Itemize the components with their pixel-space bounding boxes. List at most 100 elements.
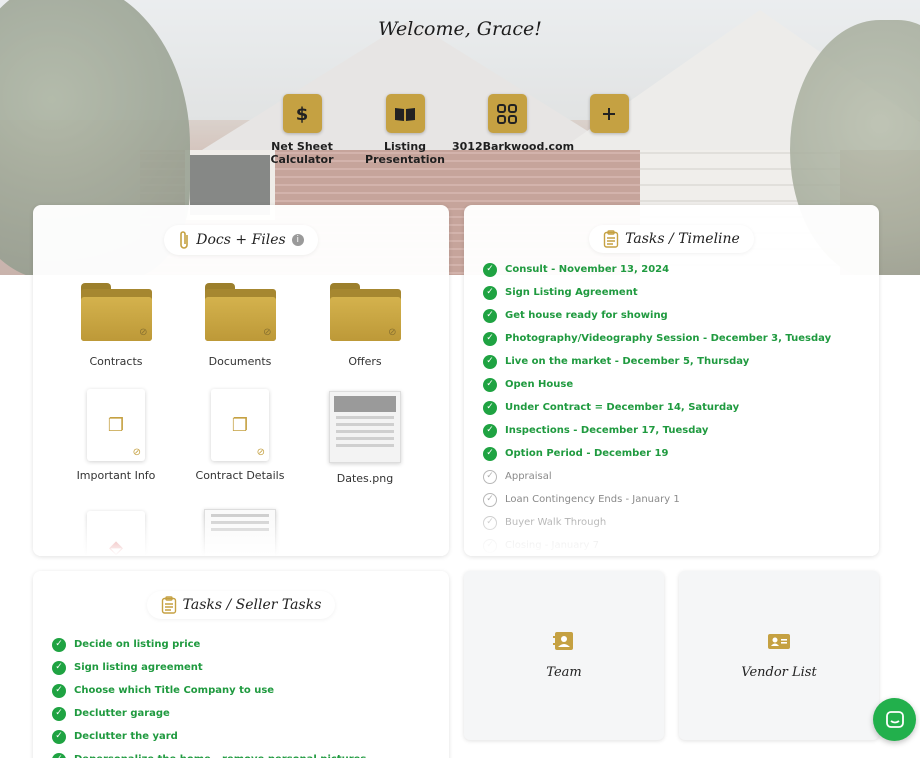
task-label: Declutter garage xyxy=(74,708,170,719)
empty-check-icon[interactable]: ✓ xyxy=(483,492,497,507)
website-action[interactable]: 3012Barkwood.com xyxy=(452,94,575,153)
website-label: 3012Barkwood.com xyxy=(452,140,575,153)
svg-text:$: $ xyxy=(296,104,309,124)
document-icon: ❐ ⊘ xyxy=(211,389,269,461)
task-label: Option Period - December 19 xyxy=(505,448,669,459)
link-icon: ⊘ xyxy=(388,327,397,338)
task-label: Decide on listing price xyxy=(74,639,201,650)
empty-check-icon[interactable]: ✓ xyxy=(483,469,497,484)
timeline-task-item[interactable]: ✓ Photography/Videography Session - Decem… xyxy=(483,327,831,350)
check-circle-icon[interactable]: ✓ xyxy=(483,377,497,392)
vendor-list-card[interactable]: Vendor List xyxy=(679,571,879,740)
timeline-card: Tasks / Timeline ✓ Consult - November 13,… xyxy=(464,205,879,556)
net-sheet-calculator-action[interactable]: $ Net Sheet Calculator xyxy=(247,94,357,166)
file-dates-png[interactable]: Dates.png xyxy=(310,391,420,485)
info-icon[interactable]: i xyxy=(291,234,304,246)
folder-label: Contracts xyxy=(89,355,143,368)
paperclip-icon xyxy=(180,231,189,249)
timeline-task-item[interactable]: ✓ Loan Contingency Ends - January 1 xyxy=(483,488,831,511)
link-icon: ⊘ xyxy=(139,327,148,338)
timeline-task-item[interactable]: ✓ Sign Listing Agreement xyxy=(483,281,831,304)
folder-contracts[interactable]: ⊘ Contracts xyxy=(61,283,171,368)
check-circle-icon[interactable]: ✓ xyxy=(483,400,497,415)
file-label: Contract Details xyxy=(195,469,285,482)
image-thumbnail xyxy=(329,391,401,463)
contact-card-icon xyxy=(768,631,790,651)
check-circle-icon[interactable]: ✓ xyxy=(483,446,497,461)
welcome-heading: Welcome, Grace! xyxy=(378,18,542,40)
dollar-icon[interactable]: $ xyxy=(282,94,322,133)
docs-files-header: Docs + Files i xyxy=(33,225,449,255)
seller-task-item[interactable]: ✓ Decide on listing price xyxy=(52,633,366,656)
timeline-task-item[interactable]: ✓ Option Period - December 19 xyxy=(483,442,831,465)
task-label: Get house ready for showing xyxy=(505,310,668,321)
seller-task-item[interactable]: ✓ Declutter garage xyxy=(52,702,366,725)
clipboard-icon xyxy=(603,230,619,248)
listing-presentation-action[interactable]: Listing Presentation xyxy=(350,94,460,166)
check-circle-icon[interactable]: ✓ xyxy=(483,308,497,323)
task-label: Consult - November 13, 2024 xyxy=(505,264,670,275)
task-label: Choose which Title Company to use xyxy=(74,685,275,696)
seller-tasks-list: ✓ Decide on listing price ✓ Sign listing ag… xyxy=(52,633,366,758)
vendor-list-label: Vendor List xyxy=(741,665,817,680)
check-circle-icon[interactable]: ✓ xyxy=(52,729,66,744)
folder-icon: ⊘ xyxy=(80,283,152,341)
check-circle-icon[interactable]: ✓ xyxy=(483,262,497,277)
contact-book-icon xyxy=(553,631,575,651)
folder-icon: ⊘ xyxy=(329,283,401,341)
check-circle-icon[interactable]: ✓ xyxy=(52,660,66,675)
clipboard-icon xyxy=(161,596,176,614)
check-circle-icon[interactable]: ✓ xyxy=(52,637,66,652)
task-label: Live on the market - December 5, Thursda… xyxy=(505,356,750,367)
timeline-task-item[interactable]: ✓ Inspections - December 17, Tuesday xyxy=(483,419,831,442)
timeline-task-item[interactable]: ✓ Under Contract = December 14, Saturday xyxy=(483,396,831,419)
file-contract-details[interactable]: ❐ ⊘ Contract Details xyxy=(185,389,295,482)
check-circle-icon[interactable]: ✓ xyxy=(483,354,497,369)
chat-icon xyxy=(885,710,904,728)
timeline-header: Tasks / Timeline xyxy=(464,225,879,253)
seller-tasks-header: Tasks / Seller Tasks xyxy=(33,591,449,619)
task-label: Photography/Videography Session - Decemb… xyxy=(505,333,832,344)
seller-task-item[interactable]: ✓ Depersonalize the home - remove persona… xyxy=(52,748,366,758)
folder-label: Offers xyxy=(348,355,382,368)
team-label: Team xyxy=(546,665,582,680)
timeline-title: Tasks / Timeline xyxy=(625,231,740,247)
net-sheet-calculator-label: Net Sheet Calculator xyxy=(270,140,334,166)
task-label: Sign Listing Agreement xyxy=(505,287,638,298)
check-circle-icon[interactable]: ✓ xyxy=(483,285,497,300)
file-important-info[interactable]: ❐ ⊘ Important Info xyxy=(61,389,171,482)
check-circle-icon[interactable]: ✓ xyxy=(483,423,497,438)
check-circle-icon[interactable]: ✓ xyxy=(52,683,66,698)
task-label: Appraisal xyxy=(505,471,552,482)
timeline-task-item[interactable]: ✓ Consult - November 13, 2024 xyxy=(483,258,831,281)
docs-files-title: Docs + Files xyxy=(196,232,286,248)
timeline-task-item[interactable]: ✓ Get house ready for showing xyxy=(483,304,831,327)
link-icon: ⊘ xyxy=(263,327,272,338)
plus-icon[interactable] xyxy=(589,94,629,133)
timeline-task-item[interactable]: ✓ Appraisal xyxy=(483,465,831,488)
check-circle-icon[interactable]: ✓ xyxy=(483,331,497,346)
book-icon[interactable] xyxy=(385,94,425,133)
timeline-task-item[interactable]: ✓ Live on the market - December 5, Thursd… xyxy=(483,350,831,373)
task-label: Under Contract = December 14, Saturday xyxy=(505,402,740,413)
add-action[interactable] xyxy=(554,94,664,140)
folder-offers[interactable]: ⊘ Offers xyxy=(310,283,420,368)
check-circle-icon[interactable]: ✓ xyxy=(52,706,66,721)
listing-presentation-label: Listing Presentation xyxy=(365,140,445,166)
folder-documents[interactable]: ⊘ Documents xyxy=(185,283,295,368)
task-label: Depersonalize the home - remove personal… xyxy=(74,754,366,758)
file-label: Important Info xyxy=(76,469,156,482)
folder-icon: ⊘ xyxy=(204,283,276,341)
task-label: Open House xyxy=(505,379,574,390)
grid-icon[interactable] xyxy=(487,94,527,133)
seller-task-item[interactable]: ✓ Sign listing agreement xyxy=(52,656,366,679)
check-circle-icon[interactable]: ✓ xyxy=(52,752,66,758)
task-label: Loan Contingency Ends - January 1 xyxy=(505,494,680,505)
team-card[interactable]: Team xyxy=(464,571,664,740)
chat-button[interactable] xyxy=(873,698,916,741)
timeline-task-item[interactable]: ✓ Open House xyxy=(483,373,831,396)
seller-task-item[interactable]: ✓ Declutter the yard xyxy=(52,725,366,748)
seller-tasks-title: Tasks / Seller Tasks xyxy=(182,597,322,613)
seller-task-item[interactable]: ✓ Choose which Title Company to use xyxy=(52,679,366,702)
docs-files-card: Docs + Files i ⊘ Contracts ⊘ Documents ⊘… xyxy=(33,205,449,556)
